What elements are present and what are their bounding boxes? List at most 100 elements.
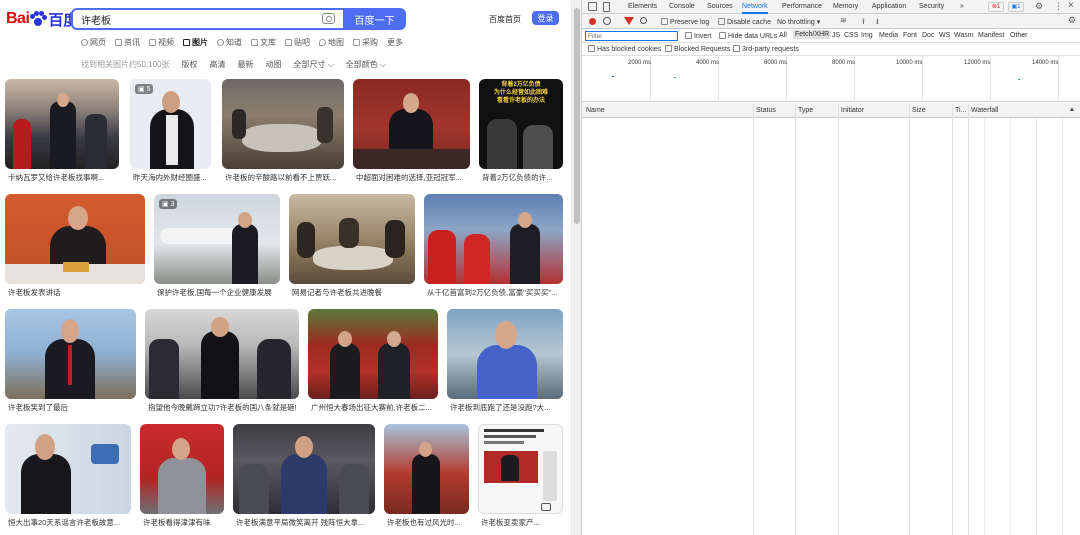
result-image[interactable] [384, 424, 469, 514]
tab-more[interactable]: 更多 [387, 37, 403, 48]
column-waterfall[interactable]: Waterfall [971, 107, 998, 114]
image-card[interactable]: 许老板看得津津有味 [140, 424, 224, 527]
throttling-select[interactable]: No throttling ▾ [777, 18, 820, 26]
filter-size-dropdown[interactable]: 全部尺寸 ⌵ [293, 59, 333, 70]
image-caption[interactable]: 许老板满意平局微笑离开 残阵恒大拿... [236, 517, 375, 528]
tab-elements[interactable]: Elements [628, 3, 657, 10]
image-caption[interactable]: 昨天海内外财经圈盛... [133, 172, 211, 183]
tab-application[interactable]: Application [872, 3, 906, 10]
column-size[interactable]: Size [912, 107, 926, 114]
camera-icon[interactable] [322, 13, 335, 24]
column-initiator[interactable]: Initiator [841, 107, 864, 114]
tab-web[interactable]: 网页 [81, 37, 106, 48]
image-card[interactable]: ▣ 3 保护许老板,国每一个企业健康发展 [154, 194, 280, 297]
import-har-icon[interactable]: ⭱ [862, 16, 865, 30]
hide-data-urls-checkbox[interactable]: Hide data URLs [719, 32, 777, 40]
image-card[interactable]: 卡纳瓦罗又给许老板找事啊... [5, 79, 119, 183]
result-image[interactable]: ▣ 5 [130, 79, 211, 169]
type-filter-ws[interactable]: WS [939, 32, 950, 39]
tab-video[interactable]: 视频 [149, 37, 174, 48]
column-type[interactable]: Type [798, 107, 813, 114]
sort-ascending-icon[interactable]: ▲ [1069, 107, 1075, 113]
tab-network[interactable]: Network [742, 3, 768, 14]
image-caption[interactable]: 许老板看得津津有味 [143, 517, 224, 528]
result-image[interactable] [233, 424, 375, 514]
result-image[interactable] [145, 309, 299, 399]
image-card[interactable]: 中超面对困难的选择,亚冠冠军... [353, 79, 470, 183]
column-name[interactable]: Name [586, 107, 605, 114]
image-card[interactable]: 许老板到底跑了还是没跑?大... [447, 309, 563, 412]
type-filter-fetch-xhr[interactable]: Fetch/XHR [793, 30, 832, 39]
device-toolbar-icon[interactable] [603, 2, 610, 12]
record-icon[interactable] [589, 18, 596, 25]
network-settings-gear-icon[interactable]: ⚙ [1068, 15, 1076, 26]
disable-cache-checkbox[interactable]: Disable cache [718, 18, 771, 26]
tab-zhidao[interactable]: 知道 [217, 37, 242, 48]
result-image[interactable] [424, 194, 563, 284]
image-caption[interactable]: 许老板到底跑了还是没跑?大... [450, 402, 563, 413]
image-card[interactable]: 指望他今晚戴蹄立功?许老板的国八条就是砸! [145, 309, 299, 412]
tab-console[interactable]: Console [669, 3, 695, 10]
tab-images[interactable]: 图片 [183, 37, 208, 48]
type-filter-css[interactable]: CSS [844, 32, 858, 39]
image-caption[interactable]: 许老板的辛酸路以前看不上贾跃... [225, 172, 344, 183]
settings-gear-icon[interactable]: ⚙ [1035, 1, 1043, 12]
tab-purchase[interactable]: 采购 [353, 37, 378, 48]
result-image[interactable]: 背着2万亿负债 为什么经营如此困难 看看许老板的办法 [479, 79, 563, 169]
type-filter-other[interactable]: Other [1010, 32, 1028, 39]
result-image[interactable] [140, 424, 224, 514]
image-caption[interactable]: 许老板也有过风光时... [387, 517, 469, 528]
image-card[interactable]: 许老板笑到了最后 [5, 309, 136, 412]
edit-icon[interactable] [541, 503, 551, 511]
search-input[interactable] [73, 10, 293, 28]
network-overview-timeline[interactable]: 2000 ms 4000 ms 6000 ms 8000 ms 10000 ms… [582, 56, 1080, 102]
type-filter-font[interactable]: Font [903, 32, 917, 39]
image-card[interactable]: ▣ 5 昨天海内外财经圈盛... [130, 79, 211, 183]
baidu-home-link[interactable]: 百度首页 [489, 14, 521, 25]
result-image[interactable] [222, 79, 344, 169]
search-icon[interactable] [640, 17, 647, 24]
search-box[interactable] [71, 8, 343, 30]
inspect-element-icon[interactable] [588, 2, 597, 11]
type-filter-manifest[interactable]: Manifest [978, 32, 1004, 39]
export-har-icon[interactable]: ⭳ [876, 16, 879, 30]
search-button[interactable]: 百度一下 [343, 8, 406, 30]
image-card[interactable]: 广州恒大春场出征大赛前,许老板二... [308, 309, 438, 412]
invert-checkbox[interactable]: Invert [685, 32, 712, 40]
image-card[interactable]: 许老板满意平局微笑离开 残阵恒大拿... [233, 424, 375, 527]
close-icon[interactable]: × [1068, 0, 1074, 11]
login-button[interactable]: 登录 [532, 11, 559, 25]
filter-copyright[interactable]: 版权 [181, 59, 197, 70]
preserve-log-checkbox[interactable]: Preserve log [661, 18, 709, 26]
image-card[interactable]: 许老板也有过风光时... [384, 424, 469, 527]
image-caption[interactable]: 中超面对困难的选择,亚冠冠军... [356, 172, 470, 183]
column-time[interactable]: Ti... [955, 107, 966, 114]
image-card[interactable]: 许老板的辛酸路以前看不上贾跃... [222, 79, 344, 183]
result-image[interactable] [447, 309, 563, 399]
filter-animated[interactable]: 动图 [265, 59, 281, 70]
result-image[interactable] [5, 424, 131, 514]
image-card[interactable]: 恒大出事20天系谣言许老板故意... [5, 424, 131, 527]
filter-color-dropdown[interactable]: 全部颜色 ⌵ [346, 59, 386, 70]
result-image[interactable] [5, 194, 145, 284]
filter-latest[interactable]: 最新 [237, 59, 253, 70]
more-tabs-button[interactable]: » [960, 3, 964, 10]
image-caption[interactable]: 网易记者与许老板共进晚餐 [292, 287, 415, 298]
result-image[interactable] [5, 309, 136, 399]
third-party-checkbox[interactable]: 3rd-party requests [733, 45, 799, 53]
tab-sources[interactable]: Sources [707, 3, 733, 10]
tab-performance[interactable]: Performance [782, 3, 822, 10]
baidu-logo[interactable]: Bai 百度 [6, 9, 78, 29]
tab-map[interactable]: 地图 [319, 37, 344, 48]
filter-hd[interactable]: 高清 [209, 59, 225, 70]
type-filter-doc[interactable]: Doc [922, 32, 934, 39]
clear-icon[interactable] [603, 17, 611, 25]
result-image[interactable] [308, 309, 438, 399]
blocked-cookies-checkbox[interactable]: Has blocked cookies [588, 45, 661, 53]
tab-security[interactable]: Security [919, 3, 944, 10]
column-status[interactable]: Status [756, 107, 776, 114]
blocked-requests-checkbox[interactable]: Blocked Requests [665, 45, 730, 53]
image-card[interactable]: 许老板变卖家产... [478, 424, 563, 527]
image-caption[interactable]: 背着2万亿负债的许... [482, 172, 563, 183]
type-filter-wasm[interactable]: Wasm [954, 32, 974, 39]
